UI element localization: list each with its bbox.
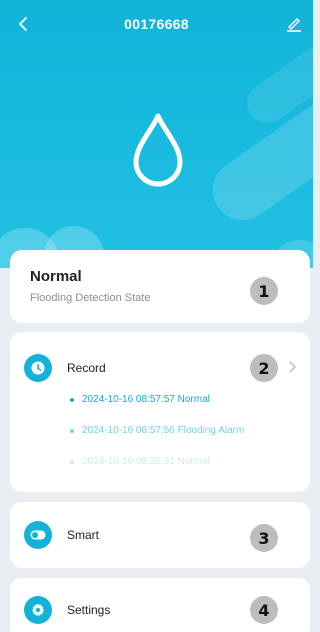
edit-pencil-icon bbox=[287, 18, 301, 32]
record-entry: 2024-10-16 08:57:57 Normal bbox=[70, 394, 210, 405]
record-entry-text: 2024-10-16 08:26:31 Normal bbox=[82, 456, 210, 467]
settings-row[interactable]: Settings bbox=[24, 596, 110, 624]
bullet-dot bbox=[70, 459, 74, 464]
record-entry-text: 2024-10-16 08:57:56 Flooding Alarm bbox=[82, 425, 245, 436]
page-title: 00176668 bbox=[124, 16, 189, 32]
gear-icon bbox=[24, 596, 52, 624]
record-label: Record bbox=[67, 361, 106, 375]
smart-row[interactable]: Smart bbox=[24, 521, 99, 549]
annotation-badge-2: 2 bbox=[250, 354, 278, 382]
water-drop-icon bbox=[133, 113, 183, 187]
bullet-dot bbox=[70, 397, 74, 402]
bullet-dot bbox=[70, 428, 74, 433]
record-entry: 2024-10-16 08:57:56 Flooding Alarm bbox=[70, 425, 244, 436]
record-entry-text: 2024-10-16 08:57:57 Normal bbox=[82, 394, 210, 405]
edit-button[interactable] bbox=[283, 13, 305, 35]
record-row[interactable]: Record bbox=[24, 354, 106, 382]
settings-card[interactable]: Settings 4 bbox=[10, 578, 310, 632]
smart-label: Smart bbox=[67, 528, 100, 542]
smart-card[interactable]: Smart 3 bbox=[10, 502, 310, 568]
back-button[interactable] bbox=[12, 13, 34, 35]
annotation-badge-1: 1 bbox=[250, 277, 278, 305]
back-arrow-icon bbox=[19, 17, 27, 31]
chevron-right-icon[interactable] bbox=[286, 360, 298, 374]
record-entry: 2024-10-16 08:26:31 Normal bbox=[70, 456, 210, 467]
state-value: Normal bbox=[30, 268, 82, 285]
state-label: Flooding Detection State bbox=[30, 292, 151, 304]
annotation-badge-3: 3 bbox=[250, 524, 278, 552]
state-card: Normal Flooding Detection State 1 bbox=[10, 250, 310, 323]
clock-icon bbox=[24, 354, 52, 382]
toggle-icon bbox=[24, 521, 52, 549]
top-bar: 00176668 bbox=[0, 0, 313, 48]
settings-label: Settings bbox=[67, 603, 111, 617]
annotation-badge-4: 4 bbox=[250, 596, 278, 624]
record-card[interactable]: Record 2 2024-10-16 08:57:57 Normal 2024… bbox=[10, 332, 310, 492]
